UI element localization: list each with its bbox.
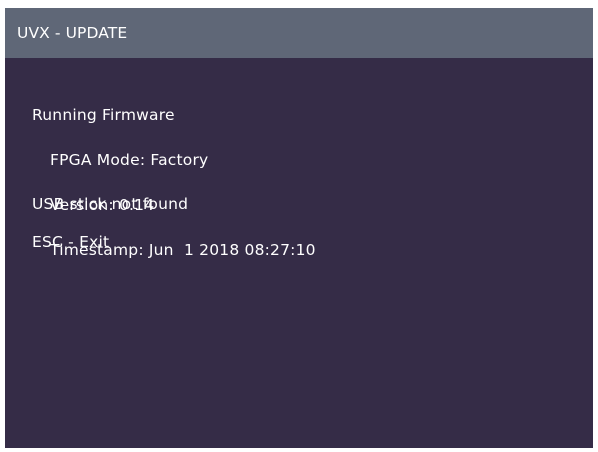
window-title: UVX - UPDATE (5, 8, 593, 58)
exit-option[interactable]: ESC - Exit (32, 232, 109, 252)
firmware-heading: Running Firmware (32, 106, 175, 124)
update-screen: UVX - UPDATE Running Firmware FPGA Mode:… (5, 8, 593, 448)
fpga-mode: FPGA Mode: Factory (50, 151, 209, 169)
firmware-info: Running Firmware FPGA Mode: Factory Vers… (32, 78, 316, 288)
usb-status-message: USB stick not found (32, 195, 189, 213)
